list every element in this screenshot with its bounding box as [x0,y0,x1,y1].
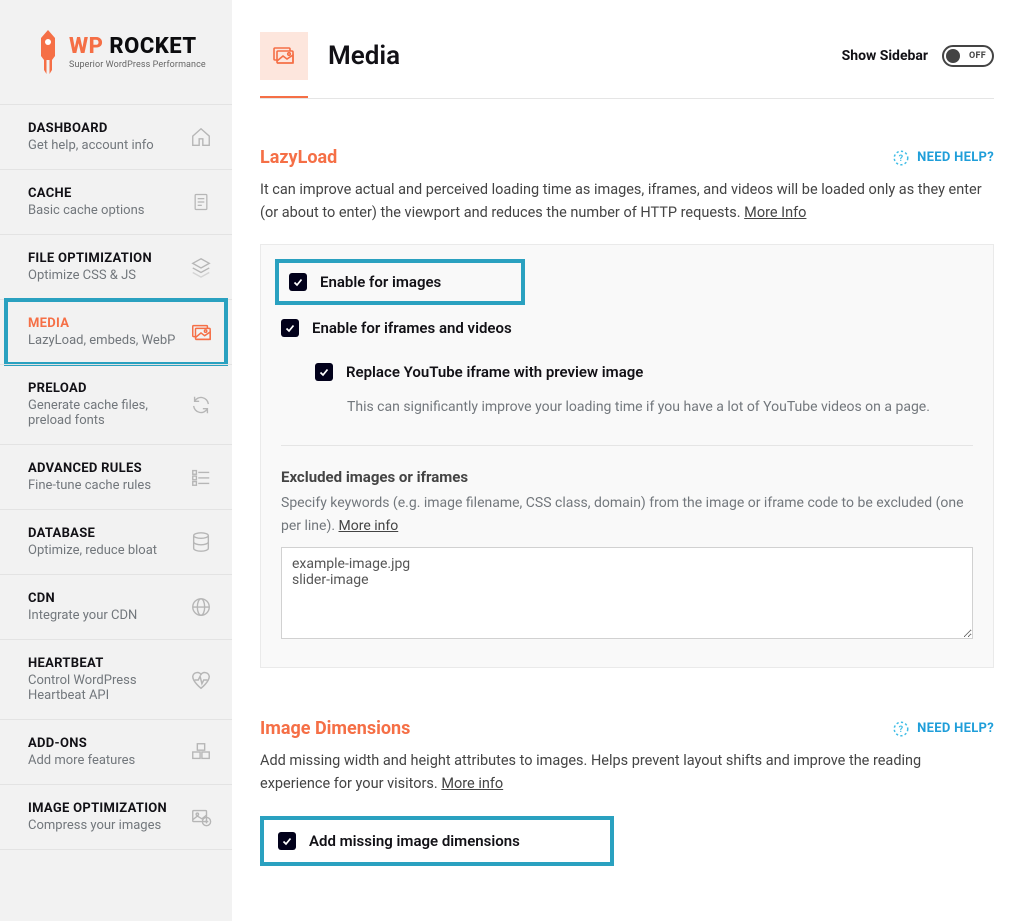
section-lazyload: LazyLoad ? NEED HELP? It can improve act… [260,147,994,668]
dimensions-desc: Add missing width and height attributes … [260,749,994,795]
brand-tagline: Superior WordPress Performance [69,60,206,70]
section-dimensions: Image Dimensions ? NEED HELP? Add missin… [260,718,994,865]
more-info-link[interactable]: More info [339,518,399,534]
dimensions-title: Image Dimensions [260,718,410,739]
main-content: Media Show Sidebar OFF LazyLoad ? NEED H… [232,0,1024,921]
sidebar-item-preload[interactable]: PRELOADGenerate cache files, preload fon… [0,364,232,444]
lazyload-desc: It can improve actual and perceived load… [260,178,994,224]
excluded-desc: Specify keywords (e.g. image filename, C… [281,492,973,537]
switch-off[interactable]: OFF [942,45,994,67]
lazyload-options-box: Enable for images Enable for iframes and… [260,244,994,668]
sidebar-item-addons[interactable]: ADD-ONSAdd more features [0,719,232,784]
more-info-link[interactable]: More Info [744,204,806,221]
option-label: Add missing image dimensions [309,832,520,850]
excluded-title: Excluded images or iframes [281,468,973,486]
brand-text: WP ROCKET [69,34,206,59]
sidebar-item-media[interactable]: MEDIALazyLoad, embeds, WebP [0,299,232,364]
sidebar: WP ROCKET Superior WordPress Performance… [0,0,232,921]
sidebar-item-cdn[interactable]: CDNIntegrate your CDN [0,574,232,639]
option-youtube-preview[interactable]: Replace YouTube iframe with preview imag… [281,355,973,423]
svg-text:?: ? [899,154,904,164]
option-desc: This can significantly improve your load… [347,399,930,415]
sidebar-item-database[interactable]: DATABASEOptimize, reduce bloat [0,509,232,574]
checkbox-checked[interactable] [315,363,333,381]
show-sidebar-label: Show Sidebar [842,48,928,64]
database-icon [190,531,212,553]
rocket-icon [35,30,61,74]
sidebar-item-heartbeat[interactable]: HEARTBEATControl WordPress Heartbeat API [0,639,232,719]
option-add-dimensions[interactable]: Add missing image dimensions [260,816,614,866]
checkbox-checked[interactable] [278,832,296,850]
need-help-link[interactable]: ? NEED HELP? [892,720,994,738]
home-icon [190,126,212,148]
option-enable-images[interactable]: Enable for images [275,259,525,305]
heartbeat-icon [190,669,212,691]
checkbox-checked[interactable] [281,319,299,337]
need-help-link[interactable]: ? NEED HELP? [892,149,994,167]
sidebar-item-advanced-rules[interactable]: ADVANCED RULESFine-tune cache rules [0,444,232,509]
media-header-icon [260,32,308,80]
show-sidebar-toggle[interactable]: Show Sidebar OFF [842,45,994,67]
page-header: Media Show Sidebar OFF [260,32,994,96]
sidebar-item-image-optimization[interactable]: IMAGE OPTIMIZATIONCompress your images [0,784,232,850]
refresh-icon [190,394,212,416]
sidebar-item-dashboard[interactable]: DASHBOARDGet help, account info [0,104,232,169]
sliders-icon [190,466,212,488]
sidebar-item-cache[interactable]: CACHEBasic cache options [0,169,232,234]
checkbox-checked[interactable] [289,273,307,291]
option-label: Enable for iframes and videos [312,319,512,337]
layers-icon [190,256,212,278]
imageopt-icon [190,806,212,828]
svg-text:?: ? [899,725,904,735]
help-icon: ? [892,149,910,167]
option-label: Enable for images [320,273,441,291]
help-icon: ? [892,720,910,738]
option-enable-iframes[interactable]: Enable for iframes and videos [281,311,973,345]
more-info-link[interactable]: More info [441,775,503,792]
doc-icon [190,191,212,213]
option-label: Replace YouTube iframe with preview imag… [346,363,643,381]
excluded-textarea[interactable] [281,547,973,639]
globe-icon [190,596,212,618]
sidebar-item-file-optimization[interactable]: FILE OPTIMIZATIONOptimize CSS & JS [0,234,232,299]
lazyload-title: LazyLoad [260,147,337,168]
boxes-icon [190,741,212,763]
logo: WP ROCKET Superior WordPress Performance [0,0,232,104]
page-title: Media [328,41,400,71]
image-icon [190,321,212,343]
